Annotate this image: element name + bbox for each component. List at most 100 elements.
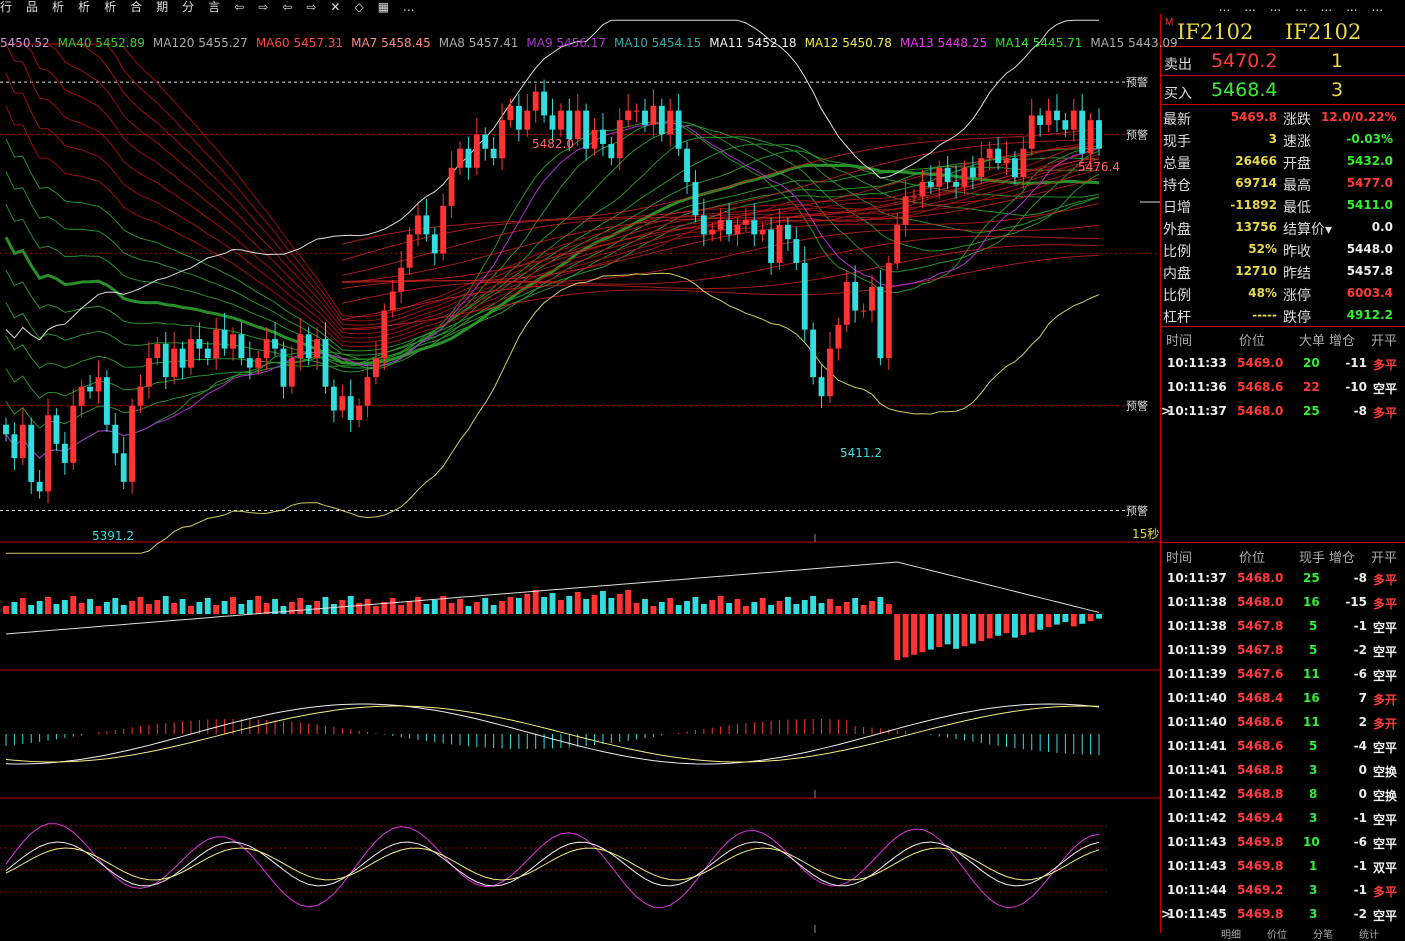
- tick-row: 10:11:36 5468.6 22 -10 空平: [1161, 376, 1405, 400]
- menu-item[interactable]: ✕: [330, 1, 340, 13]
- tick-row: 10:11:44 5469.2 3 -1 多平: [1161, 879, 1405, 903]
- tab-3[interactable]: 统计: [1359, 930, 1379, 941]
- volume-bar: [288, 602, 295, 614]
- column-header: 开平: [1371, 551, 1398, 566]
- volume-bar: [406, 601, 413, 614]
- ma-legend-item: MA12 5450.78: [804, 36, 892, 50]
- candle: [969, 167, 976, 178]
- menu-item[interactable]: ⇨: [306, 1, 316, 13]
- candle: [112, 424, 119, 454]
- menu-item[interactable]: 品: [26, 1, 38, 13]
- candle: [246, 358, 253, 368]
- menu-item[interactable]: 析: [104, 1, 116, 13]
- candle: [440, 205, 447, 254]
- menu-item[interactable]: ...: [1219, 1, 1230, 13]
- volume-bar: [171, 603, 178, 614]
- column-header: 增仓: [1329, 334, 1356, 349]
- contract-code-secondary[interactable]: IF2102: [1285, 20, 1361, 44]
- ma-legend-item: MA14 5445.71: [995, 36, 1083, 50]
- candle: [448, 167, 455, 206]
- volume-bar: [28, 605, 35, 614]
- menu-item[interactable]: ...: [1295, 1, 1306, 13]
- menu-item[interactable]: ⇨: [258, 1, 268, 13]
- contract-code[interactable]: IF2102: [1177, 20, 1253, 44]
- candle: [667, 110, 674, 135]
- menu-item[interactable]: 析: [52, 1, 64, 13]
- quote-label: 跌停: [1283, 310, 1311, 326]
- menu-item[interactable]: 行: [0, 1, 12, 13]
- menu-item[interactable]: ...: [1244, 1, 1255, 13]
- menu-item[interactable]: ⇦: [234, 1, 244, 13]
- volume-bar: [1079, 614, 1086, 624]
- volume-bar: [45, 597, 51, 614]
- menu-item[interactable]: 合: [130, 1, 142, 13]
- candle: [625, 110, 632, 121]
- menu-item[interactable]: 析: [78, 1, 90, 13]
- candle: [591, 129, 598, 149]
- menu-item[interactable]: ...: [403, 1, 414, 13]
- candle: [978, 158, 985, 178]
- ma-line: [342, 254, 1100, 330]
- tab-1[interactable]: 价位: [1267, 930, 1287, 941]
- ma-legend-item: MA13 5448.25: [899, 36, 988, 50]
- tick-price: 5469.0: [1237, 356, 1284, 370]
- tab-2[interactable]: 分笔: [1313, 930, 1333, 941]
- tick-type: 空平: [1373, 382, 1398, 396]
- menu-item[interactable]: ...: [1321, 1, 1332, 13]
- quote-value: 26466: [1235, 154, 1277, 168]
- menu-item[interactable]: ⇦: [282, 1, 292, 13]
- quote-label: 昨结: [1283, 266, 1311, 282]
- quote-value: 5411.0: [1346, 198, 1393, 212]
- menu-item[interactable]: ...: [1270, 1, 1281, 13]
- candle: [911, 196, 917, 198]
- ma-line: [5, 157, 1100, 356]
- candle: [860, 310, 867, 312]
- menu-item[interactable]: ◇: [354, 1, 363, 13]
- tick-volume: 5: [1309, 739, 1318, 753]
- tick-row: 10:11:33 5469.0 20 -11 多平: [1161, 352, 1405, 376]
- kdj-j: [5, 823, 1100, 909]
- ma-legend-item: 5450.52: [0, 36, 50, 50]
- tick-volume: 16: [1303, 595, 1320, 609]
- menu-item[interactable]: 言: [208, 1, 220, 13]
- quote-row: 杠杆 ----- 跌停 4912.2: [1161, 304, 1405, 326]
- volume-bar: [112, 598, 119, 614]
- candle: [1054, 110, 1060, 121]
- tick-volume: 10: [1303, 835, 1320, 849]
- menu-item[interactable]: 分: [182, 1, 194, 13]
- tick-volume: 25: [1303, 404, 1320, 418]
- candle: [557, 110, 564, 130]
- volume-bar: [768, 605, 775, 614]
- menu-item[interactable]: ...: [1372, 1, 1383, 13]
- buy-row[interactable]: 买入 5468.4 3: [1161, 76, 1405, 105]
- volume-bar: [78, 603, 85, 614]
- volume-bar: [36, 601, 43, 614]
- candle: [675, 110, 682, 149]
- candle: [280, 348, 287, 387]
- sell-row[interactable]: 卖出 5470.2 1: [1161, 47, 1405, 76]
- tick-type: 空平: [1373, 669, 1398, 683]
- candle: [1003, 158, 1010, 163]
- volume-bar: [776, 601, 783, 614]
- column-header: 价位: [1239, 334, 1266, 349]
- alert-label: 预警: [1126, 399, 1148, 413]
- tick-increment: -1: [1353, 859, 1367, 873]
- volume-bar: [869, 601, 875, 614]
- quote-value: -11892: [1230, 198, 1277, 212]
- menu-item[interactable]: 期: [156, 1, 168, 13]
- volume-bar: [793, 604, 800, 614]
- kline-chart[interactable]: 预警预警预警预警5482.05476.45411.25391.2 15秒: [0, 14, 1160, 933]
- volume-bar: [398, 605, 405, 614]
- bottom-tabs: 明细 价位 分笔 统计: [1221, 926, 1405, 941]
- volume-bar: [532, 590, 539, 614]
- tab-0[interactable]: 明细: [1221, 930, 1241, 941]
- candle: [499, 120, 505, 159]
- bollinger-band: [5, 19, 1099, 341]
- candle: [566, 110, 573, 140]
- volume-bar: [911, 614, 917, 655]
- menu-item[interactable]: ...: [1346, 1, 1357, 13]
- chart-area[interactable]: 预警 预警 预警 预警 5482.0 5476.4 5411.2 5391.2 15秒 5450…: [0, 14, 1178, 933]
- tick-increment: -6: [1353, 667, 1367, 681]
- menu-item[interactable]: ▦: [378, 1, 389, 13]
- volume-bar: [1037, 614, 1044, 630]
